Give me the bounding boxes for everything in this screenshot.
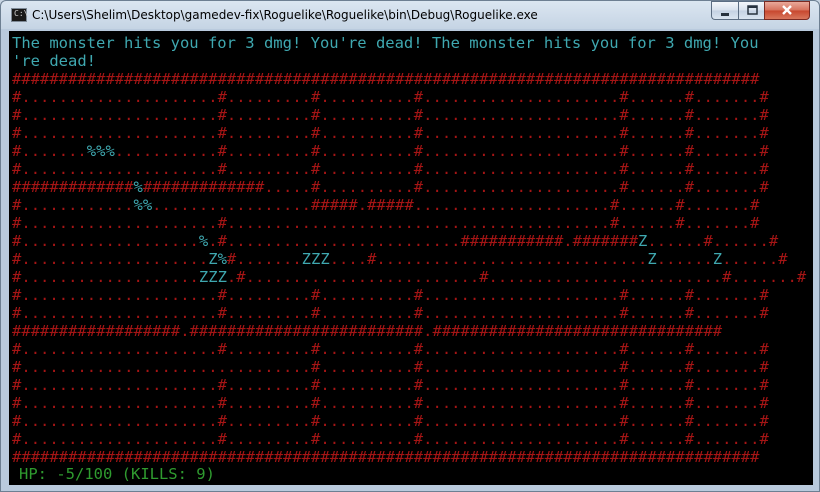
map-row: ##################.#####################… <box>12 322 723 340</box>
map-row: #.....................#.........#.......… <box>12 394 769 412</box>
map-row: #.....................#.................… <box>12 214 760 232</box>
console-window: C:\ C:\Users\Shelim\Desktop\gamedev-fix\… <box>0 0 820 492</box>
message-line: The monster hits you for 3 dmg! You're d… <box>12 34 759 52</box>
map-row: #.....................#.........#.......… <box>12 286 769 304</box>
close-icon <box>782 5 792 15</box>
minimize-icon <box>721 13 729 16</box>
message-line: 're dead! <box>12 52 96 70</box>
map-row: ########################################… <box>12 70 760 88</box>
map-row: #...............................#.......… <box>12 358 769 376</box>
map-row: #....................Z%#.......ZZZ....#.… <box>12 250 788 268</box>
map-row: #.....................#.........#.......… <box>12 88 769 106</box>
map-row: #............%%.................#####.##… <box>12 196 760 214</box>
map-row: ########################################… <box>12 448 760 466</box>
map-row: #.....................#.........#.......… <box>12 430 769 448</box>
map-row: #.....................#.........#.......… <box>12 376 769 394</box>
map-row: #...................%.#.................… <box>12 232 779 250</box>
status-bar: HP: -5/100 (KILLS: 9) <box>19 465 215 483</box>
close-button[interactable] <box>764 1 810 20</box>
maximize-icon <box>746 5 758 15</box>
title-bar[interactable]: C:\ C:\Users\Shelim\Desktop\gamedev-fix\… <box>1 1 819 31</box>
map-row: #.....................#.........#.......… <box>12 304 769 322</box>
map-row: #.....................#.........#.......… <box>12 124 769 142</box>
console-app-icon[interactable]: C:\ <box>11 8 28 22</box>
map-row: #.....................#.........#.......… <box>12 412 769 430</box>
map-row: #...................ZZZ.#...............… <box>12 268 807 286</box>
console-output[interactable]: The monster hits you for 3 dmg! You're d… <box>9 31 813 485</box>
minimize-button[interactable] <box>711 1 738 20</box>
window-title: C:\Users\Shelim\Desktop\gamedev-fix\Rogu… <box>32 8 538 22</box>
dungeon-map: ########################################… <box>12 70 806 466</box>
map-row: #.....................#.........#.......… <box>12 160 769 178</box>
map-row: #.......%%%...........#.........#.......… <box>12 142 769 160</box>
message-log: The monster hits you for 3 dmg! You're d… <box>12 34 759 70</box>
map-row: #.....................#.........#.......… <box>12 106 769 124</box>
maximize-button[interactable] <box>738 1 764 20</box>
map-row: #############%#############.....#.......… <box>12 178 769 196</box>
map-row: #.....................#.........#.......… <box>12 340 769 358</box>
